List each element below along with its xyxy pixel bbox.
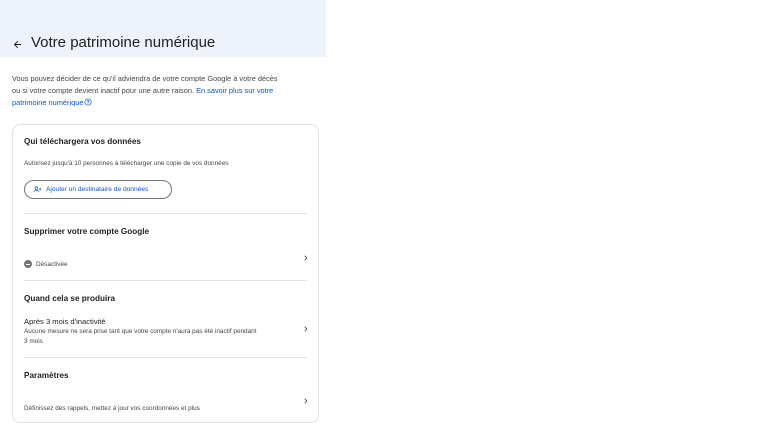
- person-add-icon: [33, 186, 42, 193]
- inactivity-period: Après 3 mois d'inactivité: [24, 317, 106, 326]
- divider: [24, 357, 307, 358]
- downloaders-description: Autorisez jusqu'à 10 personnes à télécha…: [24, 160, 229, 167]
- delete-status: Désactivée: [36, 261, 68, 268]
- header-bar: Votre patrimoine numérique: [0, 0, 326, 57]
- settings-row[interactable]: Définissez des rappels, mettez à jour vo…: [24, 397, 310, 412]
- back-button[interactable]: [9, 36, 25, 52]
- chevron-right-icon: [304, 255, 308, 261]
- delete-account-row[interactable]: Désactivée: [24, 253, 310, 268]
- downloaders-section: Qui téléchargera vos données Autorisez j…: [24, 137, 307, 167]
- intro-text: Vous pouvez décider de ce qu'il adviendr…: [12, 73, 278, 109]
- chevron-right-icon: [304, 398, 308, 404]
- inactivity-detail-line1: Aucune mesure ne sera prise tant que vot…: [24, 328, 257, 335]
- settings-description: Définissez des rappels, mettez à jour vo…: [24, 405, 200, 412]
- settings-title: Paramètres: [24, 371, 69, 380]
- add-recipient-button[interactable]: Ajouter un destinataire de données: [24, 180, 172, 199]
- inactivity-detail-line2: 3 mois: [24, 338, 43, 345]
- page-title: Votre patrimoine numérique: [31, 34, 216, 51]
- disabled-status-icon: [24, 260, 32, 268]
- when-title: Quand cela se produira: [24, 294, 115, 303]
- add-recipient-label: Ajouter un destinataire de données: [46, 186, 149, 193]
- delete-section: Supprimer votre compte Google: [24, 227, 307, 236]
- divider: [24, 280, 307, 281]
- delete-title: Supprimer votre compte Google: [24, 227, 150, 236]
- downloaders-title: Qui téléchargera vos données: [24, 137, 141, 146]
- help-circle-icon: [84, 98, 92, 106]
- arrow-back-icon: [13, 40, 21, 48]
- when-section: Quand cela se produira: [24, 294, 307, 303]
- legacy-card: Qui téléchargera vos données Autorisez j…: [12, 124, 319, 423]
- divider: [24, 213, 307, 214]
- chevron-right-icon: [304, 326, 308, 332]
- inactivity-period-row[interactable]: Après 3 mois d'inactivité Aucune mesure …: [24, 317, 310, 347]
- settings-section: Paramètres: [24, 371, 307, 380]
